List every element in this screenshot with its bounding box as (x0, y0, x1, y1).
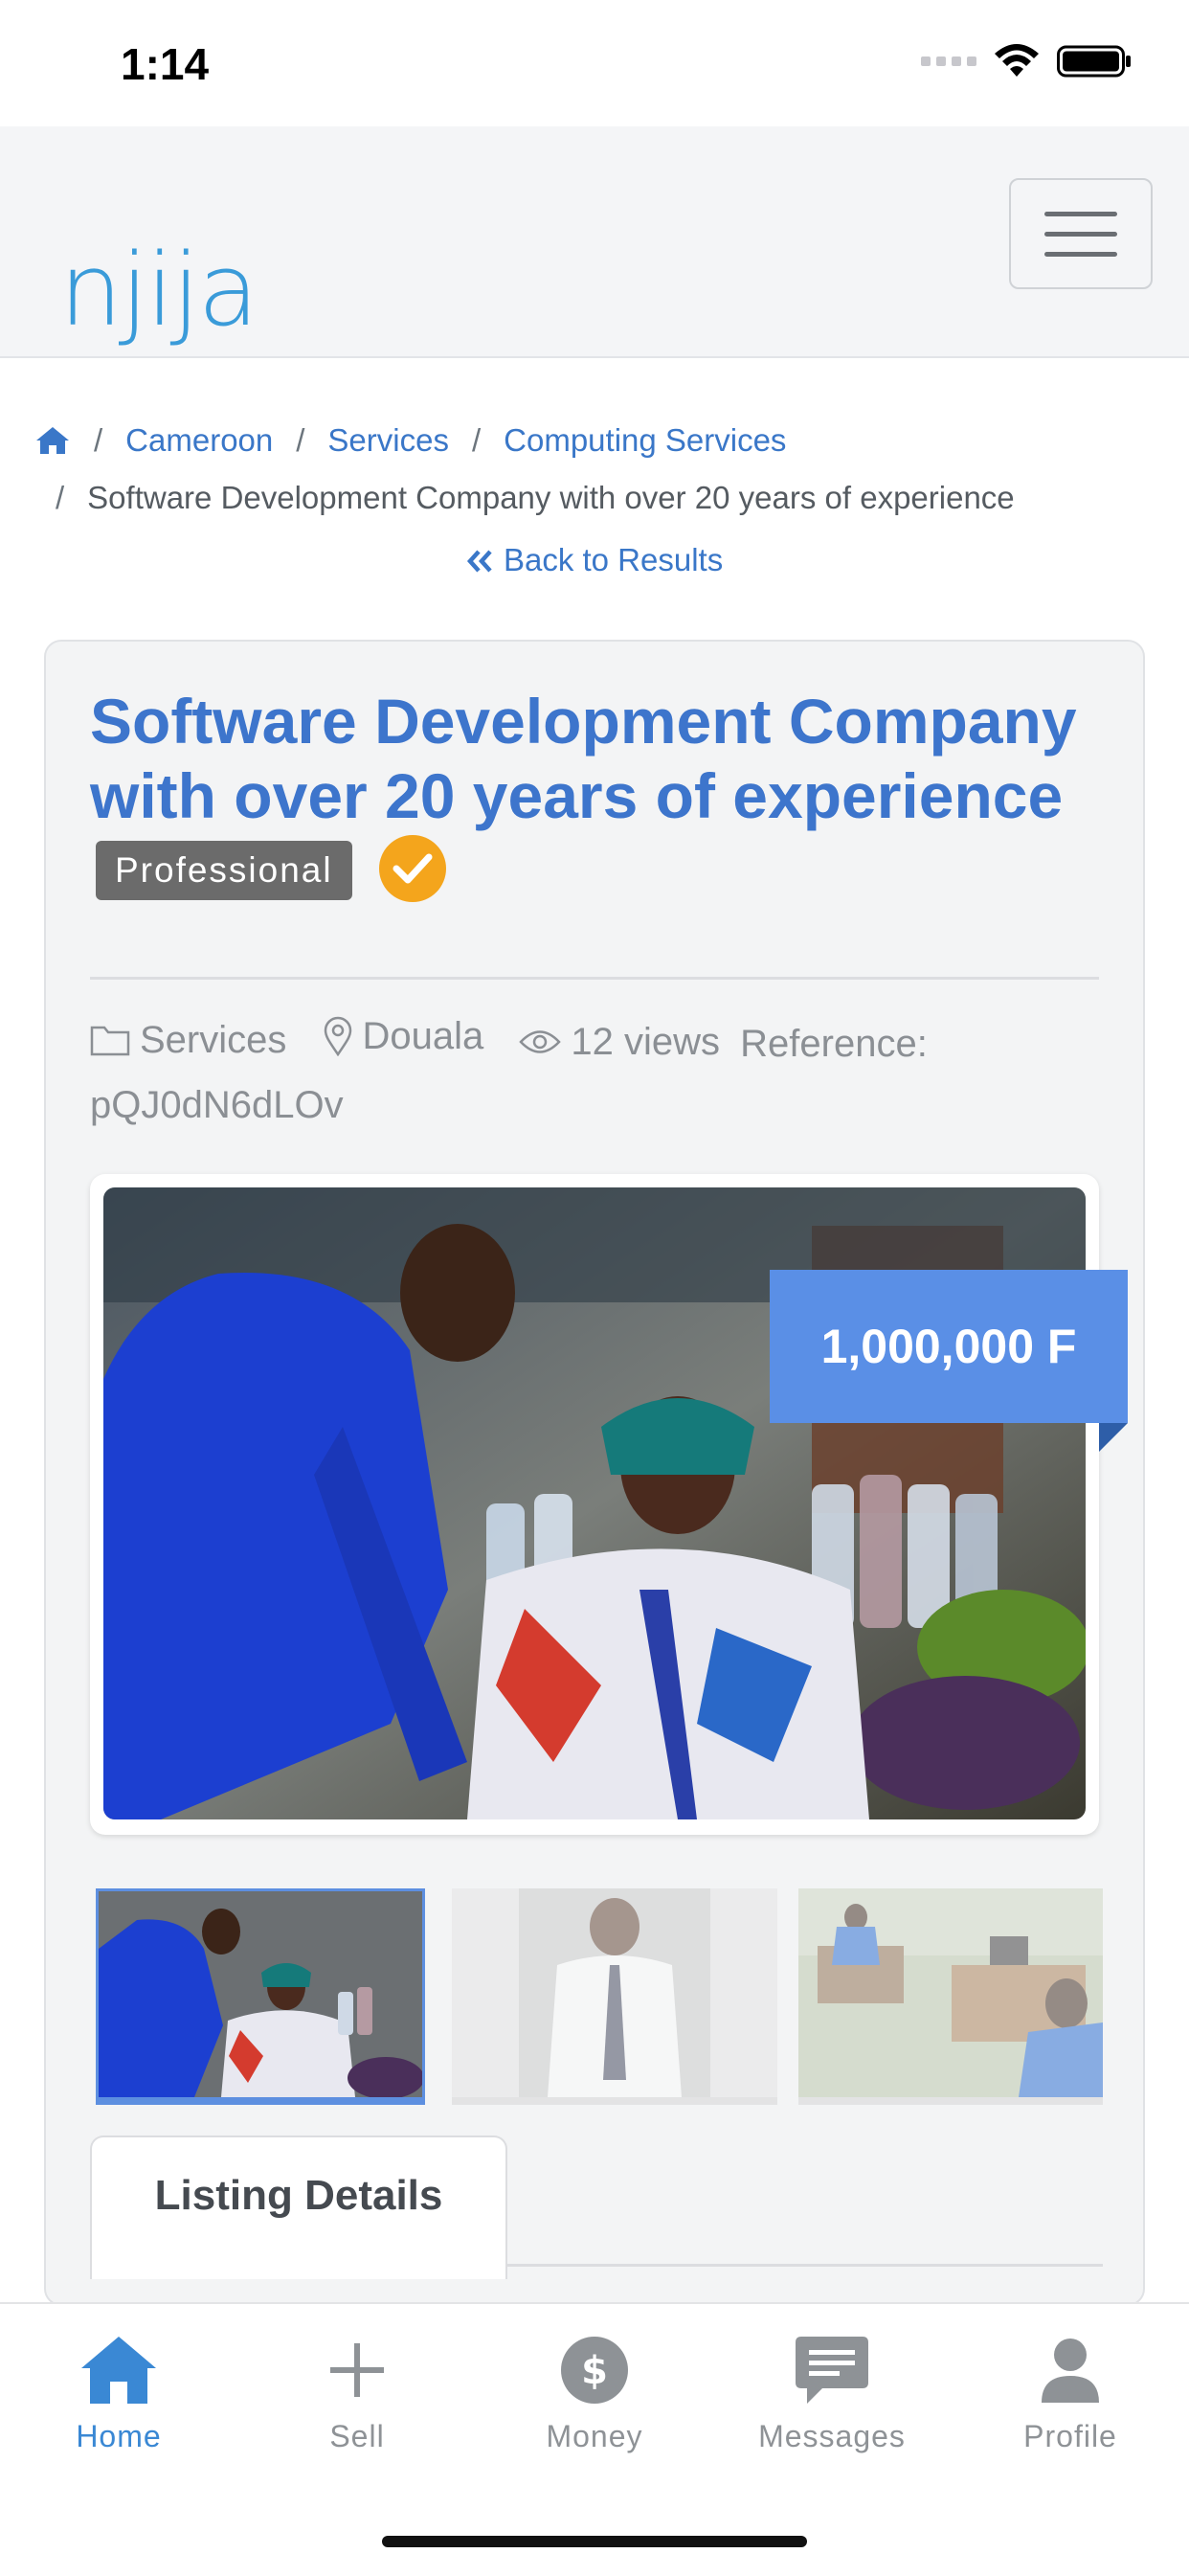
hamburger-menu-button[interactable] (1009, 178, 1153, 289)
breadcrumb: / Cameroon / Services / Computing Servic… (34, 412, 1155, 527)
reference-code: pQJ0dN6dLOv (90, 1084, 344, 1126)
thumbnail-1[interactable] (96, 1888, 425, 2105)
reference-label: Reference: (740, 1023, 928, 1065)
divider (90, 977, 1099, 980)
home-icon (81, 2337, 156, 2404)
price-tag: 1,000,000 F (770, 1270, 1128, 1423)
tab-divider (505, 2264, 1103, 2267)
wifi-icon (995, 44, 1039, 77)
top-navbar: njija (0, 126, 1189, 358)
home-icon[interactable] (34, 425, 71, 456)
eye-icon (519, 1030, 562, 1053)
back-to-results-label: Back to Results (503, 542, 724, 577)
meta-category[interactable]: Services (90, 1009, 286, 1071)
professional-badge: Professional (96, 840, 352, 900)
breadcrumb-cameroon[interactable]: Cameroon (125, 412, 273, 469)
cellular-signal-icon (921, 56, 976, 66)
listing-title: Software Development Company with over 2… (90, 686, 1077, 831)
svg-text:$: $ (581, 2349, 608, 2393)
nav-messages[interactable]: Messages (713, 2327, 951, 2454)
folder-icon (90, 1026, 130, 1056)
double-chevron-left-icon (466, 550, 492, 573)
verified-check-icon (378, 834, 446, 902)
thumbnail-2[interactable] (452, 1888, 777, 2105)
battery-icon (1057, 45, 1131, 78)
nav-sell[interactable]: Sell (238, 2327, 476, 2454)
plus-icon (330, 2343, 384, 2397)
njija-logo[interactable]: njija (59, 232, 258, 349)
listing-card: Software Development Company with over 2… (44, 640, 1145, 2306)
status-time: 1:14 (121, 39, 210, 89)
status-icons (921, 44, 1132, 79)
breadcrumb-computing-services[interactable]: Computing Services (504, 412, 786, 469)
listing-meta: Services Douala 12 views Reference: pQJ0… (90, 1006, 1105, 1136)
nav-sell-label: Sell (329, 2419, 385, 2453)
hamburger-icon (1044, 211, 1117, 216)
nav-home[interactable]: Home (0, 2327, 237, 2454)
message-icon (796, 2337, 868, 2404)
nav-profile[interactable]: Profile (952, 2327, 1189, 2454)
nav-money[interactable]: $ Money (476, 2327, 713, 2454)
location-pin-icon (324, 1016, 351, 1056)
price-tag-fold (1099, 1423, 1128, 1452)
image-thumbnails (96, 1888, 1110, 2105)
listing-title-block: Software Development Company with over 2… (90, 684, 1105, 910)
dollar-icon: $ (561, 2337, 628, 2404)
breadcrumb-separator: / (94, 422, 103, 458)
meta-location: Douala (323, 1006, 483, 1067)
home-indicator[interactable] (382, 2536, 807, 2547)
thumbnail-3[interactable] (798, 1888, 1103, 2105)
back-to-results-link[interactable]: Back to Results (0, 542, 1189, 578)
nav-profile-label: Profile (1023, 2419, 1117, 2453)
person-icon (1042, 2339, 1099, 2403)
nav-messages-label: Messages (758, 2419, 906, 2453)
nav-money-label: Money (546, 2419, 643, 2453)
tab-listing-details[interactable]: Listing Details (90, 2135, 507, 2279)
breadcrumb-current: Software Development Company with over 2… (87, 480, 1015, 515)
status-bar: 1:14 (0, 0, 1189, 126)
nav-home-label: Home (76, 2419, 162, 2453)
meta-views: 12 views (519, 1011, 720, 1073)
breadcrumb-services[interactable]: Services (327, 412, 449, 469)
